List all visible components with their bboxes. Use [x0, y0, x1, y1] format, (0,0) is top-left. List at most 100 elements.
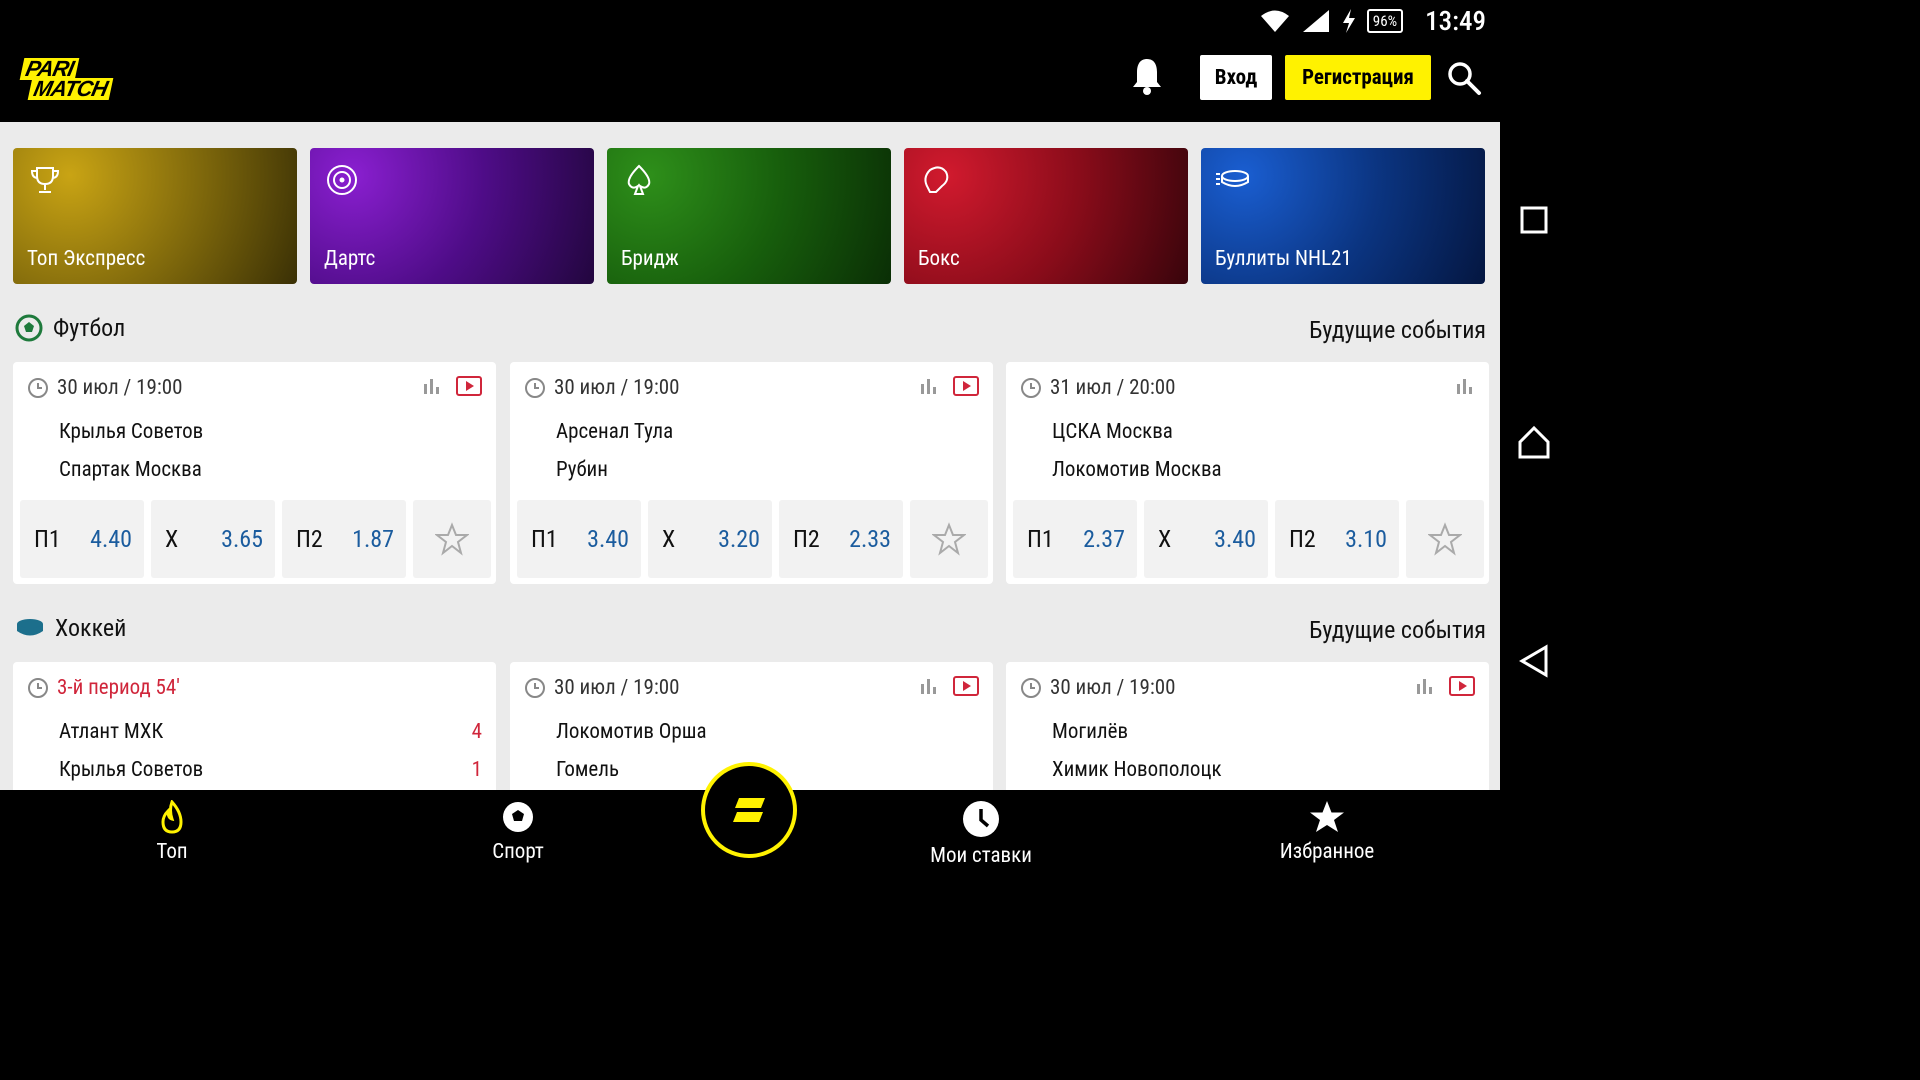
odd-button-x[interactable]: Х 3.20: [648, 500, 772, 578]
promo-label: Дартс: [324, 247, 376, 271]
soccer-ball-icon: [15, 314, 43, 342]
future-events-link[interactable]: Будущие события: [1309, 616, 1486, 644]
nav-label: Спорт: [492, 840, 544, 864]
match-datetime: 31 июл / 20:00: [1020, 376, 1175, 400]
odd-label: П1: [1027, 525, 1054, 553]
favorite-button[interactable]: [910, 500, 988, 578]
match-datetime: 30 июл / 19:00: [1020, 676, 1175, 700]
match-datetime: 30 июл / 19:00: [524, 676, 679, 700]
odd-button-x[interactable]: Х 3.40: [1144, 500, 1268, 578]
odd-button-p1[interactable]: П1 3.40: [517, 500, 641, 578]
stats-icon[interactable]: [919, 676, 939, 696]
match-card[interactable]: 3-й период 54' Атлант МХК Крылья Советов…: [13, 662, 496, 790]
recents-icon[interactable]: [1516, 202, 1552, 238]
team-away: Локомотив Москва: [1052, 458, 1222, 482]
stats-icon[interactable]: [422, 376, 442, 396]
datetime-text: 30 июл / 19:00: [57, 376, 183, 400]
stats-icon[interactable]: [919, 376, 939, 396]
clock-icon: [28, 678, 48, 698]
status-bar: 96% 13:49: [0, 0, 1500, 42]
match-card[interactable]: 31 июл / 20:00 ЦСКА Москва Локомотив Мос…: [1006, 362, 1489, 584]
odd-button-p2[interactable]: П2 1.87: [282, 500, 406, 578]
puck-icon: [17, 619, 43, 636]
register-button[interactable]: Регистрация: [1285, 55, 1431, 100]
puck-icon: [1216, 170, 1249, 187]
future-events-link[interactable]: Будущие события: [1309, 316, 1486, 344]
main-content: Топ Экспресс Дартс Бридж Бокс Буллиты NH…: [0, 122, 1500, 790]
match-datetime: 30 июл / 19:00: [524, 376, 679, 400]
system-navigation-bar: [1500, 0, 1568, 882]
section-title-text: Футбол: [53, 314, 126, 342]
clock-icon: [525, 678, 545, 698]
section-title-football[interactable]: Футбол: [15, 314, 125, 342]
video-icon[interactable]: [953, 376, 979, 396]
odd-button-p2[interactable]: П2 3.10: [1275, 500, 1399, 578]
team-away: Рубин: [556, 458, 608, 482]
team-home: Локомотив Орша: [556, 720, 707, 744]
match-card[interactable]: 30 июл / 19:00 Арсенал Тула Рубин П1 3.40…: [510, 362, 993, 584]
clock: 13:49: [1425, 5, 1486, 37]
team-home: ЦСКА Москва: [1052, 420, 1173, 444]
dartboard-icon: [327, 165, 357, 195]
parimatch-logo-icon: [733, 798, 765, 822]
team-home: Арсенал Тула: [556, 420, 674, 444]
home-icon[interactable]: [1516, 424, 1552, 460]
match-datetime: 3-й период 54': [27, 676, 180, 700]
team-away: Гомель: [556, 758, 620, 782]
nav-item-my-bets[interactable]: Мои ставки: [901, 800, 1061, 868]
boxing-glove-icon: [924, 166, 949, 193]
section-title-text: Хоккей: [55, 614, 127, 642]
team-home: Атлант МХК: [59, 720, 164, 744]
odd-value: 3.40: [1214, 525, 1256, 553]
stats-icon[interactable]: [1415, 676, 1435, 696]
odd-button-p1[interactable]: П1 4.40: [20, 500, 144, 578]
star-icon: [1310, 801, 1344, 832]
bottom-navigation: Топ Спорт Мои ставки Избранное: [0, 762, 1500, 882]
nav-item-favorites[interactable]: Избранное: [1247, 800, 1407, 864]
parimatch-logo[interactable]: PARI MATCH: [18, 56, 148, 104]
video-icon[interactable]: [1449, 676, 1475, 696]
charging-icon: [1342, 9, 1355, 33]
odd-button-x[interactable]: Х 3.65: [151, 500, 275, 578]
team-home: Крылья Советов: [59, 420, 204, 444]
odd-button-p1[interactable]: П1 2.37: [1013, 500, 1137, 578]
promo-label: Топ Экспресс: [27, 247, 146, 271]
odd-value: 3.65: [221, 525, 263, 553]
promo-card[interactable]: Дартс: [310, 148, 594, 284]
promo-card[interactable]: Буллиты NHL21: [1201, 148, 1485, 284]
video-icon[interactable]: [953, 676, 979, 696]
datetime-text: 30 июл / 19:00: [554, 376, 680, 400]
parimatch-center-button[interactable]: [701, 762, 797, 858]
match-card[interactable]: 30 июл / 19:00 Крылья Советов Спартак Мо…: [13, 362, 496, 584]
promo-carousel: Топ Экспресс Дартс Бридж Бокс Буллиты NH…: [13, 148, 1487, 284]
promo-card[interactable]: Бокс: [904, 148, 1188, 284]
clock-icon: [1021, 678, 1041, 698]
section-title-hockey[interactable]: Хоккей: [15, 614, 126, 642]
nav-label: Избранное: [1279, 840, 1375, 864]
login-button[interactable]: Вход: [1200, 55, 1272, 100]
bell-icon[interactable]: [1130, 56, 1164, 96]
odd-button-p2[interactable]: П2 2.33: [779, 500, 903, 578]
promo-label: Буллиты NHL21: [1215, 247, 1352, 271]
favorite-button[interactable]: [1406, 500, 1484, 578]
favorite-button[interactable]: [413, 500, 491, 578]
promo-card[interactable]: Топ Экспресс: [13, 148, 297, 284]
odd-value: 1.87: [352, 525, 394, 553]
clock-icon: [28, 378, 48, 398]
odd-label: Х: [165, 525, 179, 553]
search-icon[interactable]: [1446, 60, 1482, 96]
odd-label: П1: [34, 525, 61, 553]
nav-item-top[interactable]: Топ: [92, 800, 252, 864]
stats-icon[interactable]: [1455, 376, 1475, 396]
datetime-text: 31 июл / 20:00: [1050, 376, 1176, 400]
nav-item-sport[interactable]: Спорт: [438, 800, 598, 864]
odd-value: 2.37: [1083, 525, 1125, 553]
promo-label: Бридж: [621, 247, 679, 271]
promo-card[interactable]: Бридж: [607, 148, 891, 284]
odd-value: 3.10: [1345, 525, 1387, 553]
clock-icon: [1021, 378, 1041, 398]
video-icon[interactable]: [456, 376, 482, 396]
match-card[interactable]: 30 июл / 19:00 Могилёв Химик Новополоцк: [1006, 662, 1489, 790]
odd-value: 3.40: [587, 525, 629, 553]
back-icon[interactable]: [1516, 643, 1552, 679]
